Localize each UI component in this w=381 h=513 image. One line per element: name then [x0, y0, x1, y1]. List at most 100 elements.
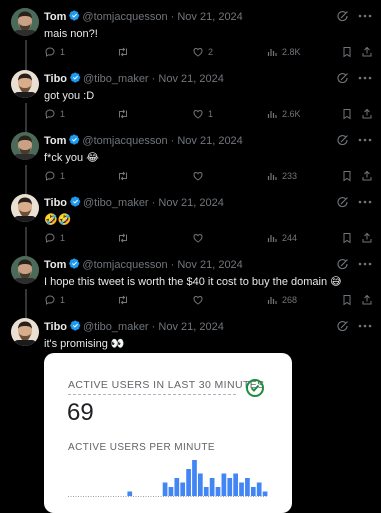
- tweet-date[interactable]: Nov 21, 2024: [177, 259, 242, 271]
- verified-badge-icon: [70, 72, 81, 83]
- grok-icon[interactable]: [337, 72, 349, 84]
- reply-icon: [45, 295, 55, 305]
- like-icon: [193, 171, 203, 181]
- tweet-date[interactable]: Nov 21, 2024: [158, 73, 223, 85]
- views-icon: [267, 111, 277, 118]
- bookmark-icon: [343, 47, 351, 58]
- tweet[interactable]: Tom @tomjacquesson · Nov 21, 2024 f*ck yo…: [0, 132, 381, 192]
- grok-icon[interactable]: [337, 320, 349, 332]
- views-button[interactable]: 233: [266, 169, 297, 183]
- tweet[interactable]: Tom @tomjacquesson · Nov 21, 2024 I hope …: [0, 256, 381, 316]
- tweet-text: f*ck you 😂: [44, 152, 100, 164]
- tweet-text: 🤣🤣: [44, 214, 72, 226]
- tweet-date[interactable]: Nov 21, 2024: [158, 197, 223, 209]
- card-title-underline: [68, 394, 236, 395]
- chart-bar: [186, 469, 191, 496]
- bookmark-button[interactable]: [341, 107, 353, 121]
- author-name[interactable]: Tom: [44, 259, 66, 271]
- author-name[interactable]: Tom: [44, 135, 66, 147]
- reply-button[interactable]: 1: [44, 293, 65, 307]
- retweet-button[interactable]: [117, 231, 133, 245]
- author-handle[interactable]: @tibo_maker: [83, 321, 149, 333]
- tweet-date[interactable]: Nov 21, 2024: [158, 321, 223, 333]
- share-button[interactable]: [361, 107, 373, 121]
- bookmark-button[interactable]: [341, 45, 353, 59]
- retweet-button[interactable]: [117, 293, 133, 307]
- bookmark-button[interactable]: [341, 169, 353, 183]
- retweet-button[interactable]: [117, 169, 133, 183]
- retweet-button[interactable]: [117, 107, 133, 121]
- verified-badge-icon: [70, 320, 81, 331]
- more-options-icon[interactable]: [357, 70, 373, 86]
- reply-icon: [45, 47, 55, 57]
- active-users-bar-chart: [68, 460, 268, 497]
- grok-icon[interactable]: [337, 196, 349, 208]
- author-handle[interactable]: @tomjacquesson: [82, 11, 167, 23]
- views-button[interactable]: 2.6K: [266, 107, 301, 121]
- verified-badge-icon: [69, 10, 80, 21]
- author-handle[interactable]: @tomjacquesson: [82, 259, 167, 271]
- grok-icon[interactable]: [337, 10, 349, 22]
- tweet-actions: 1 244: [44, 231, 373, 245]
- author-name[interactable]: Tom: [44, 11, 66, 23]
- avatar[interactable]: [11, 318, 39, 346]
- bookmark-button[interactable]: [341, 231, 353, 245]
- verified-badge-icon: [69, 258, 80, 269]
- author-name[interactable]: Tibo: [44, 73, 67, 85]
- reply-button[interactable]: 1: [44, 169, 65, 183]
- reply-button[interactable]: 1: [44, 107, 65, 121]
- author-name[interactable]: Tibo: [44, 197, 67, 209]
- grok-icon[interactable]: [337, 134, 349, 146]
- chart-bar: [256, 482, 262, 496]
- reply-button[interactable]: 1: [44, 231, 65, 245]
- chart-bar: [250, 487, 256, 496]
- like-button[interactable]: [192, 231, 208, 245]
- retweet-button[interactable]: [117, 45, 133, 59]
- retweet-icon: [119, 295, 127, 305]
- like-button[interactable]: [192, 293, 208, 307]
- tweet-text: got you :D: [44, 90, 95, 102]
- more-options-icon[interactable]: [357, 194, 373, 210]
- avatar[interactable]: [11, 194, 39, 222]
- reply-button[interactable]: 1: [44, 45, 65, 59]
- share-button[interactable]: [361, 45, 373, 59]
- author-handle[interactable]: @tibo_maker: [83, 197, 149, 209]
- tweet-header: Tibo @tibo_maker · Nov 21, 2024: [44, 319, 381, 335]
- avatar[interactable]: [11, 70, 39, 98]
- like-button[interactable]: 1: [192, 107, 213, 121]
- analytics-screenshot[interactable]: ACTIVE USERS IN LAST 30 MINUTES 69 ACTIV…: [44, 353, 292, 513]
- author-handle[interactable]: @tomjacquesson: [82, 135, 167, 147]
- author-name[interactable]: Tibo: [44, 321, 67, 333]
- more-options-icon[interactable]: [357, 256, 373, 272]
- views-button[interactable]: 268: [266, 293, 297, 307]
- chart-bar: [209, 478, 215, 496]
- tweet-date[interactable]: Nov 21, 2024: [177, 135, 242, 147]
- tweet[interactable]: Tibo @tibo_maker · Nov 21, 2024 🤣🤣 1 244: [0, 194, 381, 254]
- like-icon: [193, 295, 203, 305]
- like-button[interactable]: 2: [192, 45, 213, 59]
- avatar[interactable]: [11, 256, 39, 284]
- bookmark-button[interactable]: [341, 293, 353, 307]
- author-handle[interactable]: @tibo_maker: [83, 73, 149, 85]
- views-button[interactable]: 2.8K: [266, 45, 301, 59]
- tweet-actions: 1 233: [44, 169, 373, 183]
- share-button[interactable]: [361, 231, 373, 245]
- chart-bar: [198, 473, 203, 496]
- more-options-icon[interactable]: [357, 8, 373, 24]
- reply-icon: [45, 233, 55, 243]
- share-button[interactable]: [361, 293, 373, 307]
- tweet[interactable]: Tibo @tibo_maker · Nov 21, 2024 got you :…: [0, 70, 381, 130]
- avatar[interactable]: [11, 8, 39, 36]
- tweet-date[interactable]: Nov 21, 2024: [177, 11, 242, 23]
- avatar[interactable]: [11, 132, 39, 160]
- more-options-icon[interactable]: [357, 318, 373, 334]
- more-options-icon[interactable]: [357, 132, 373, 148]
- views-button[interactable]: 244: [266, 231, 297, 245]
- like-button[interactable]: [192, 169, 208, 183]
- grok-icon[interactable]: [337, 258, 349, 270]
- tweet[interactable]: Tom @tomjacquesson · Nov 21, 2024 mais no…: [0, 8, 381, 68]
- views-count: 2.8K: [282, 47, 301, 57]
- share-button[interactable]: [361, 169, 373, 183]
- like-icon: [193, 233, 203, 243]
- chart-bar: [233, 473, 238, 496]
